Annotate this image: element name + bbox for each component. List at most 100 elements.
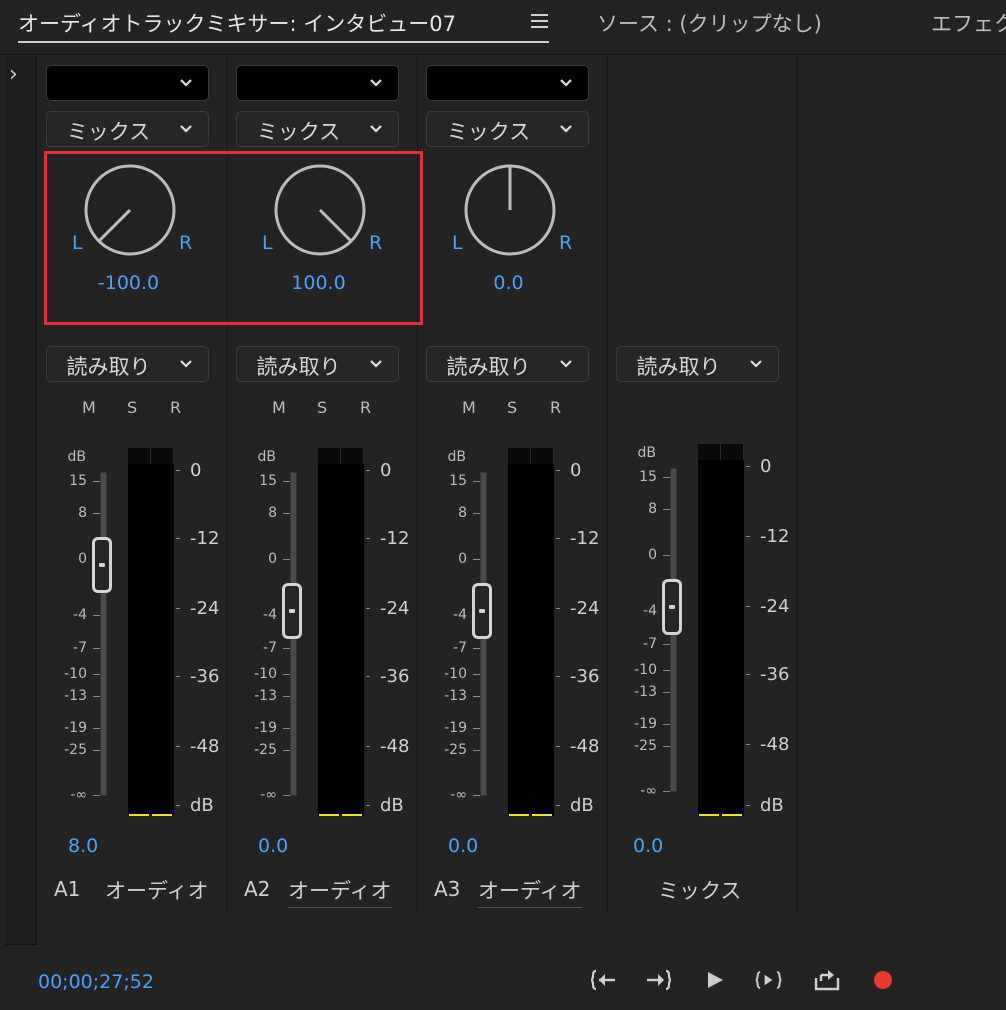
track-name[interactable]: オーディオ: [288, 875, 392, 908]
play-icon[interactable]: [700, 966, 730, 994]
track-name[interactable]: オーディオ: [478, 875, 582, 908]
fader-scale-label: -10: [634, 662, 657, 678]
timecode-display[interactable]: 00;00;27;52: [38, 971, 154, 993]
meter-scale-label: -48: [760, 734, 790, 755]
fader-scale-label: -4: [453, 607, 467, 623]
automation-mode-dropdown[interactable]: 読み取り: [616, 346, 779, 382]
play-in-to-out-icon[interactable]: [754, 966, 784, 994]
fader-scale-label: 8: [268, 505, 277, 521]
meter-scale-label: 0: [760, 456, 772, 477]
expand-chevron-icon[interactable]: ›: [9, 62, 18, 87]
record-enable-button[interactable]: R: [550, 398, 561, 417]
meter-scale-label: -48: [570, 736, 600, 757]
meter-scale-label: 0: [570, 460, 582, 481]
fader-scale-label: -25: [444, 742, 467, 758]
fader-unit-label: dB: [67, 449, 87, 465]
fader-scale-label: -10: [64, 666, 87, 682]
solo-button[interactable]: S: [507, 398, 517, 417]
dropdown-value: ミックス: [446, 120, 531, 144]
track-input-dropdown[interactable]: [46, 65, 209, 101]
track-name[interactable]: オーディオ: [105, 875, 209, 905]
chevron-down-icon: [180, 360, 192, 368]
meter-scale-label: -12: [570, 528, 600, 549]
track-strip-a3: ミックス L R 0.0 読み取り M S R dB 15 8 0 -4 -7 …: [418, 56, 608, 912]
automation-mode-dropdown[interactable]: 読み取り: [426, 346, 589, 382]
meter-scale-label: -36: [760, 664, 790, 685]
volume-fader-handle[interactable]: [92, 537, 112, 593]
fader-scale-label: -19: [444, 720, 467, 736]
pan-value[interactable]: -100.0: [46, 272, 211, 294]
meter-scale-label: dB: [760, 795, 784, 816]
panel-menu-icon[interactable]: [531, 14, 548, 28]
fader-scale-label: 8: [648, 501, 657, 517]
meter-scale-label: -24: [760, 596, 790, 617]
track-input-dropdown[interactable]: [426, 65, 589, 101]
master-strip: 読み取り dB 15 8 0 -4 -7 -10 -13 -19 -25 -∞ …: [608, 56, 798, 912]
go-to-in-icon[interactable]: [590, 966, 620, 994]
tab-audio-track-mixer[interactable]: オーディオトラックミキサー: インタビュー07: [18, 8, 456, 38]
pan-control: L R 0.0: [426, 152, 607, 324]
meter-scale: 0 -12 -24 -36 -48 dB: [176, 448, 220, 816]
track-output-dropdown[interactable]: ミックス: [46, 111, 209, 147]
automation-mode-dropdown[interactable]: 読み取り: [46, 346, 209, 382]
automation-mode-dropdown[interactable]: 読み取り: [236, 346, 399, 382]
dropdown-value: 読み取り: [446, 355, 531, 379]
pan-knob[interactable]: [462, 162, 558, 258]
pan-control: L R -100.0: [46, 152, 227, 324]
track-input-dropdown[interactable]: [236, 65, 399, 101]
pan-right-label: R: [179, 232, 193, 254]
solo-button[interactable]: S: [127, 398, 137, 417]
volume-fader-handle[interactable]: [282, 583, 302, 639]
meter-scale-label: -36: [190, 666, 220, 687]
fader-scale-label: -13: [634, 684, 657, 700]
pan-knob[interactable]: [82, 162, 178, 258]
master-volume-fader-handle[interactable]: [662, 579, 682, 635]
fader-scale-label: -4: [643, 603, 657, 619]
pan-value[interactable]: 100.0: [236, 272, 401, 294]
meter-scale-label: -24: [190, 598, 220, 619]
volume-value[interactable]: 0.0: [448, 835, 478, 857]
pan-control: L R 100.0: [236, 152, 417, 324]
chevron-down-icon: [560, 79, 572, 87]
fader-scale-label: -4: [73, 607, 87, 623]
fader-scale-label: -7: [263, 640, 277, 656]
fader-scale-label: -∞: [640, 783, 657, 799]
fader-scale-label: 0: [648, 547, 657, 563]
chevron-down-icon: [750, 360, 762, 368]
dropdown-value: 読み取り: [66, 355, 151, 379]
record-enable-button[interactable]: R: [170, 398, 181, 417]
record-icon[interactable]: [874, 971, 892, 989]
master-volume-value[interactable]: 0.0: [633, 835, 663, 857]
go-to-out-icon[interactable]: [644, 966, 674, 994]
record-enable-button[interactable]: R: [360, 398, 371, 417]
dropdown-value: ミックス: [256, 120, 341, 144]
fader-scale-label: -19: [254, 720, 277, 736]
meter-scale-label: -48: [380, 736, 410, 757]
solo-button[interactable]: S: [317, 398, 327, 417]
fader-scale-label: -13: [254, 688, 277, 704]
track-output-dropdown[interactable]: ミックス: [236, 111, 399, 147]
volume-value[interactable]: 0.0: [258, 835, 288, 857]
volume-fader-handle[interactable]: [472, 583, 492, 639]
fader-scale-label: -∞: [260, 787, 277, 803]
chevron-down-icon: [180, 125, 192, 133]
master-level-meter: [698, 444, 744, 816]
track-output-dropdown[interactable]: ミックス: [426, 111, 589, 147]
chevron-down-icon: [370, 360, 382, 368]
volume-value[interactable]: 8.0: [68, 835, 98, 857]
fader-scale-label: -25: [64, 742, 87, 758]
chevron-down-icon: [370, 79, 382, 87]
mute-button[interactable]: M: [272, 398, 286, 417]
mute-button[interactable]: M: [82, 398, 96, 417]
track-strip-a1: ミックス L R -100.0 読み取り M S R dB 15 8 0 -4 …: [38, 56, 228, 912]
mute-button[interactable]: M: [462, 398, 476, 417]
tab-source[interactable]: ソース : (クリップなし): [597, 8, 822, 38]
pan-left-label: L: [72, 232, 83, 254]
meter-scale-label: -12: [760, 526, 790, 547]
meter-scale-label: 0: [190, 460, 202, 481]
export-frame-icon[interactable]: [812, 966, 842, 994]
tab-effects[interactable]: エフェク: [931, 8, 1006, 38]
pan-knob[interactable]: [272, 162, 368, 258]
meter-scale-label: -48: [190, 736, 220, 757]
pan-value[interactable]: 0.0: [426, 272, 591, 294]
